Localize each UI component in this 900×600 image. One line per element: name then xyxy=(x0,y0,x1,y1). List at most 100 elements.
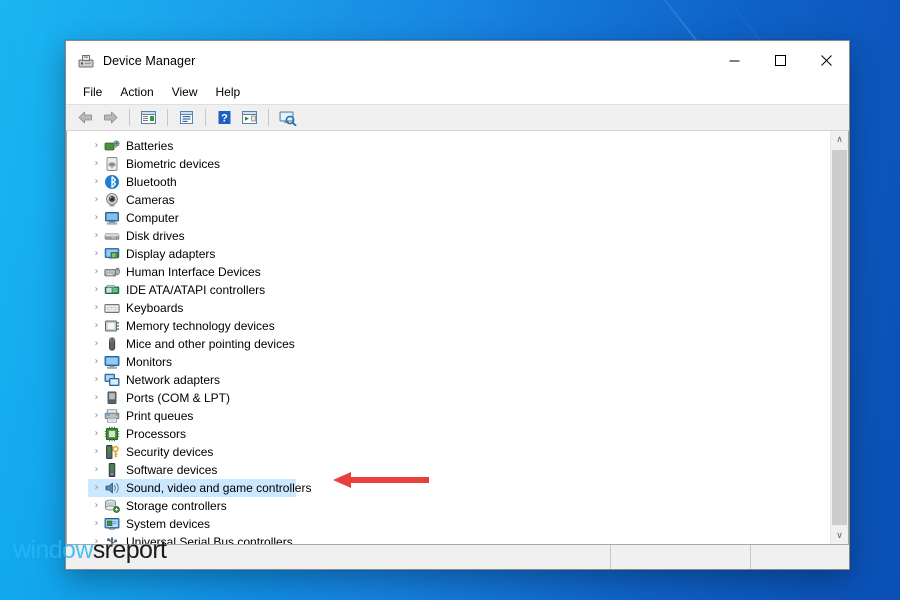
tree-item-label: Processors xyxy=(126,425,186,443)
tree-item-label: Cameras xyxy=(126,191,175,209)
tree-item-universal-serial-bus-controllers[interactable]: ›Universal Serial Bus controllers xyxy=(67,533,830,544)
camera-icon xyxy=(104,192,120,208)
scrollbar-thumb[interactable] xyxy=(832,150,847,525)
show-hide-console-tree-button[interactable] xyxy=(137,107,160,129)
status-pane-2 xyxy=(611,545,751,569)
security-device-icon xyxy=(104,444,120,460)
chevron-right-icon[interactable]: › xyxy=(89,497,104,515)
scrollbar-track[interactable] xyxy=(831,148,848,527)
usb-icon xyxy=(104,534,120,544)
tree-item-display-adapters[interactable]: ›Display adapters xyxy=(67,245,830,263)
tree-item-cameras[interactable]: › Cameras xyxy=(67,191,830,209)
chevron-right-icon[interactable]: › xyxy=(89,335,104,353)
tree-item-label: Software devices xyxy=(126,461,217,479)
update-driver-button[interactable] xyxy=(238,107,261,129)
chevron-right-icon[interactable]: › xyxy=(89,533,104,544)
menu-file[interactable]: File xyxy=(74,82,111,102)
chevron-right-icon[interactable]: › xyxy=(89,299,104,317)
chevron-right-icon[interactable]: › xyxy=(89,515,104,533)
chevron-right-icon[interactable]: › xyxy=(89,317,104,335)
tree-item-print-queues[interactable]: › Print queues xyxy=(67,407,830,425)
tree-item-computer[interactable]: › Computer xyxy=(67,209,830,227)
keyboard-icon xyxy=(104,300,120,316)
minimize-button[interactable] xyxy=(711,41,757,80)
help-button[interactable]: ? xyxy=(213,107,236,129)
properties-icon xyxy=(178,110,195,125)
disk-drive-icon xyxy=(104,228,120,244)
chevron-right-icon[interactable]: › xyxy=(89,245,104,263)
hid-icon xyxy=(104,264,120,280)
tree-item-monitors[interactable]: ›Monitors xyxy=(67,353,830,371)
tree-item-sound-video-and-game-controllers[interactable]: ›Sound, video and game controllers xyxy=(67,479,830,497)
tree-item-content: ›Keyboards xyxy=(89,299,183,317)
chevron-right-icon[interactable]: › xyxy=(89,353,104,371)
tree-item-content: ›Security devices xyxy=(89,443,213,461)
tree-item-system-devices[interactable]: ›System devices xyxy=(67,515,830,533)
computer-icon xyxy=(104,210,120,226)
software-device-icon xyxy=(104,462,120,478)
toolbar-separator-3 xyxy=(205,109,206,126)
title-bar[interactable]: Device Manager xyxy=(66,41,849,80)
chevron-right-icon[interactable]: › xyxy=(89,191,104,209)
tree-item-ports-com-lpt[interactable]: › Ports (COM & LPT) xyxy=(67,389,830,407)
speaker-icon xyxy=(104,480,120,496)
toolbar-separator-2 xyxy=(167,109,168,126)
tree-item-processors[interactable]: › Processors xyxy=(67,425,830,443)
forward-button[interactable] xyxy=(99,107,122,129)
tree-item-batteries[interactable]: › Batteries xyxy=(67,137,830,155)
scroll-down-button[interactable]: ∨ xyxy=(831,527,848,544)
system-device-icon xyxy=(104,516,120,532)
chevron-right-icon[interactable]: › xyxy=(89,425,104,443)
chevron-right-icon[interactable]: › xyxy=(89,389,104,407)
speaker-icon xyxy=(104,480,120,496)
tree-item-human-interface-devices[interactable]: › Human Interface Devices xyxy=(67,263,830,281)
chevron-right-icon[interactable]: › xyxy=(89,281,104,299)
tree-item-keyboards[interactable]: ›Keyboards xyxy=(67,299,830,317)
chevron-right-icon[interactable]: › xyxy=(89,227,104,245)
tree-item-network-adapters[interactable]: ›Network adapters xyxy=(67,371,830,389)
display-adapter-icon xyxy=(104,246,120,262)
tree-item-mice-and-other-pointing-devices[interactable]: ›Mice and other pointing devices xyxy=(67,335,830,353)
tree-item-software-devices[interactable]: › Software devices xyxy=(67,461,830,479)
tree-item-content: ›Sound, video and game controllers xyxy=(89,479,311,497)
chevron-right-icon[interactable]: › xyxy=(89,155,104,173)
vertical-scrollbar[interactable]: ∧ ∨ xyxy=(830,131,848,544)
scan-hardware-button[interactable] xyxy=(276,107,299,129)
chevron-right-icon[interactable]: › xyxy=(89,407,104,425)
tree-item-label: Human Interface Devices xyxy=(126,263,261,281)
tree-item-bluetooth[interactable]: ›Bluetooth xyxy=(67,173,830,191)
tree-item-label: Batteries xyxy=(126,137,173,155)
tree-item-disk-drives[interactable]: ›Disk drives xyxy=(67,227,830,245)
processor-icon xyxy=(104,426,120,442)
tree-item-content: ›Bluetooth xyxy=(89,173,177,191)
storage-controller-icon xyxy=(104,498,120,514)
tree-item-storage-controllers[interactable]: ›Storage controllers xyxy=(67,497,830,515)
tree-item-security-devices[interactable]: ›Security devices xyxy=(67,443,830,461)
properties-button[interactable] xyxy=(175,107,198,129)
chevron-right-icon[interactable]: › xyxy=(89,209,104,227)
tree-item-biometric-devices[interactable]: ›Biometric devices xyxy=(67,155,830,173)
caption-button-group xyxy=(711,41,849,80)
scroll-up-button[interactable]: ∧ xyxy=(831,131,848,148)
tree-item-label: Print queues xyxy=(126,407,193,425)
chevron-right-icon[interactable]: › xyxy=(89,263,104,281)
chevron-right-icon[interactable]: › xyxy=(89,137,104,155)
tree-item-label: Ports (COM & LPT) xyxy=(126,389,230,407)
chevron-right-icon[interactable]: › xyxy=(89,443,104,461)
chevron-right-icon[interactable]: › xyxy=(89,479,104,497)
chevron-right-icon[interactable]: › xyxy=(89,173,104,191)
device-tree[interactable]: ›Batteries›Biometric devices›Bluetooth›C… xyxy=(67,131,830,544)
printer-icon xyxy=(104,408,120,424)
tree-item-memory-technology-devices[interactable]: ›Memory technology devices xyxy=(67,317,830,335)
tree-item-ide-ata-atapi-controllers[interactable]: ›IDE ATA/ATAPI controllers xyxy=(67,281,830,299)
menu-view[interactable]: View xyxy=(163,82,207,102)
menu-help[interactable]: Help xyxy=(207,82,250,102)
menu-action[interactable]: Action xyxy=(111,82,162,102)
close-button[interactable] xyxy=(803,41,849,80)
chevron-right-icon[interactable]: › xyxy=(89,371,104,389)
chevron-right-icon[interactable]: › xyxy=(89,461,104,479)
tree-item-label: Computer xyxy=(126,209,179,227)
back-button[interactable] xyxy=(74,107,97,129)
maximize-button[interactable] xyxy=(757,41,803,80)
tree-item-content: › Batteries xyxy=(89,137,173,155)
